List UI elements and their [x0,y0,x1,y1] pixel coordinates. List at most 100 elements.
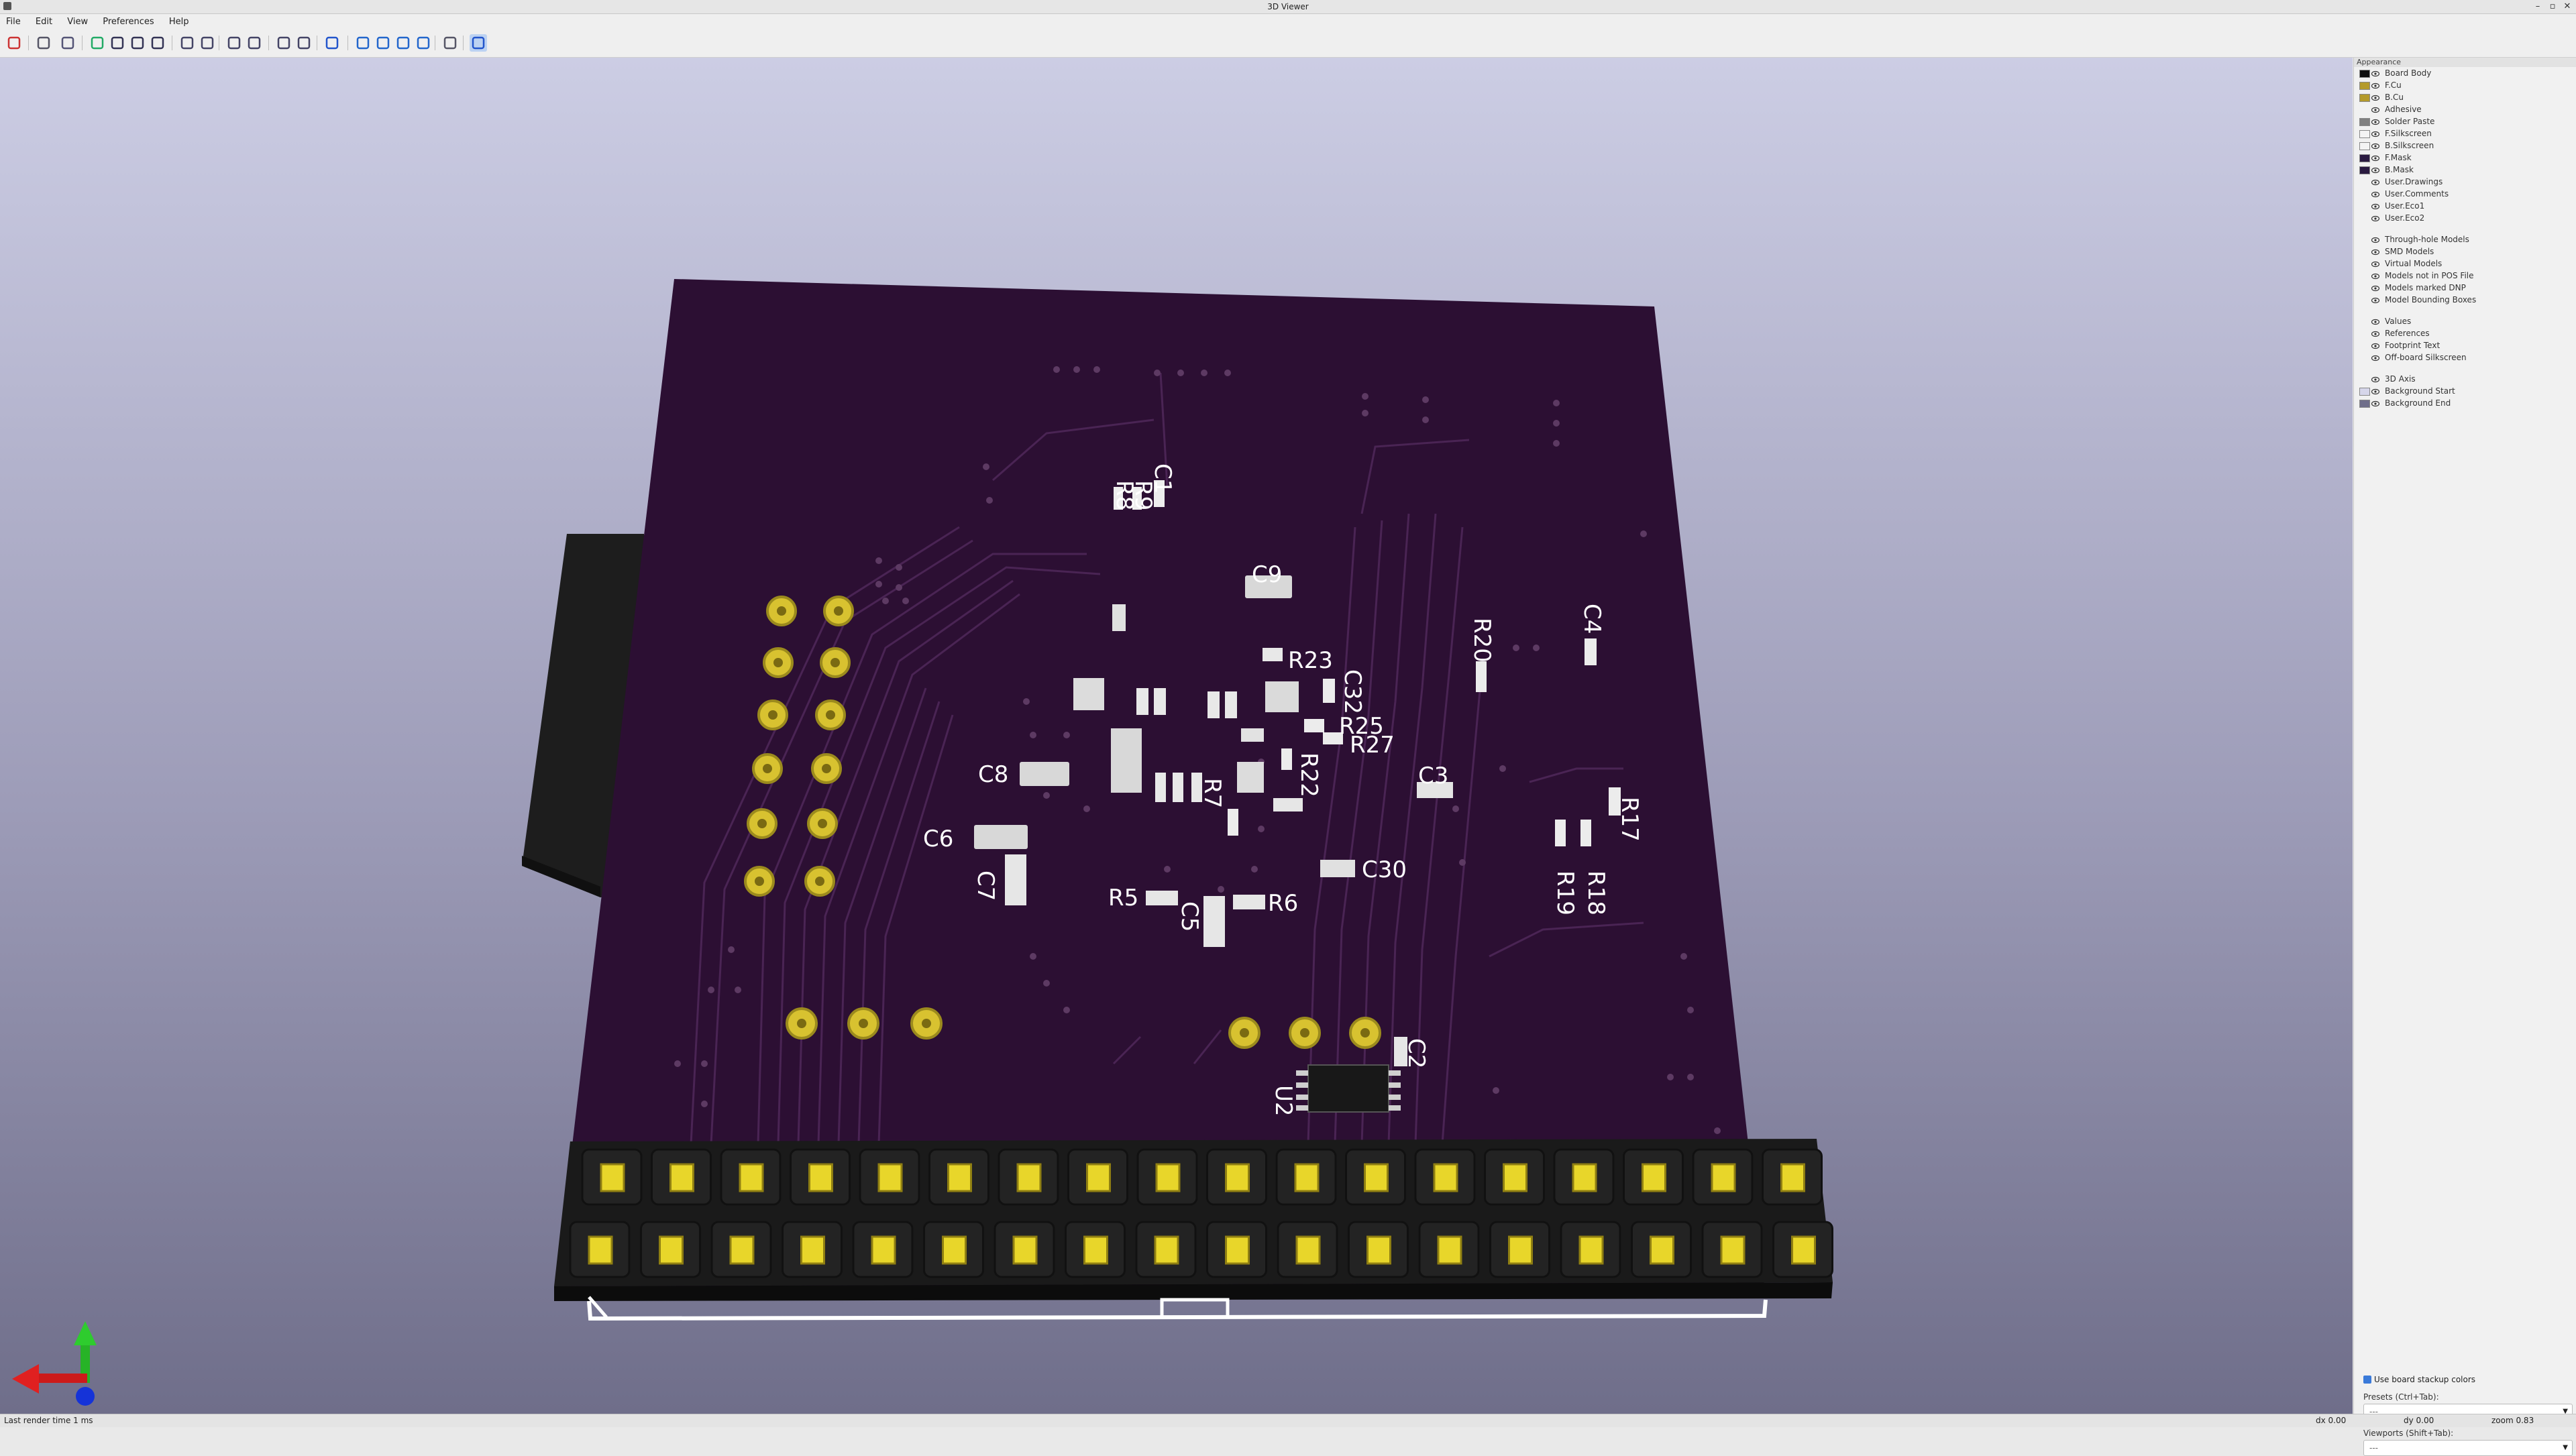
color-swatch[interactable] [2359,166,2370,174]
pan-left-icon[interactable] [354,34,372,52]
color-swatch[interactable] [2359,154,2370,162]
layer-row[interactable]: User.Comments [2354,188,2576,200]
color-swatch[interactable] [2359,118,2370,126]
color-swatch[interactable] [2359,70,2370,78]
visibility-eye-icon[interactable] [2371,117,2380,125]
pan-right-icon[interactable] [374,34,392,52]
layer-row[interactable]: Board Body [2354,67,2576,79]
visibility-eye-icon[interactable] [2371,235,2380,243]
layer-row[interactable]: User.Eco1 [2354,200,2576,212]
visibility-eye-icon[interactable] [2371,154,2380,162]
menu-preferences[interactable]: Preferences [97,14,160,30]
header-pin [1780,1163,1805,1192]
rotate-y-cw-icon[interactable] [246,34,263,52]
copy-image-icon[interactable] [35,34,52,52]
model-type-row[interactable]: Model Bounding Boxes [2354,294,2576,306]
model-type-row[interactable]: Models not in POS File [2354,270,2576,282]
3d-viewport[interactable]: R8 R9 C1 C9 R23 C32 R25 R27 R22 R20 C4 C3 R17 R18 R19 C… [0,58,2353,1414]
visibility-eye-icon[interactable] [2371,272,2380,280]
visibility-eye-icon[interactable] [2371,284,2380,292]
visibility-eye-icon[interactable] [2371,178,2380,186]
misc-item-row[interactable]: Background Start [2354,385,2576,397]
visibility-eye-icon[interactable] [2371,142,2380,150]
layer-row[interactable]: F.Cu [2354,79,2576,91]
menu-help[interactable]: Help [163,14,195,30]
pan-up-icon[interactable] [394,34,412,52]
viewports-dropdown[interactable]: --- ▼ [2363,1440,2573,1456]
pan-down-icon[interactable] [415,34,432,52]
visibility-eye-icon[interactable] [2371,353,2380,361]
close-icon[interactable]: ✕ [2561,1,2573,11]
visibility-eye-icon[interactable] [2371,190,2380,198]
visibility-eye-icon[interactable] [2371,202,2380,210]
color-swatch[interactable] [2359,400,2370,408]
render-raytracing-icon[interactable] [5,34,23,52]
visibility-eye-icon[interactable] [2371,296,2380,304]
visibility-eye-icon[interactable] [2371,129,2380,137]
color-swatch[interactable] [2359,388,2370,396]
visibility-eye-icon[interactable] [2371,81,2380,89]
visibility-eye-icon[interactable] [2371,375,2380,383]
orthographic-icon[interactable] [441,34,459,52]
rotate-z-cw-icon[interactable] [295,34,313,52]
model-type-row[interactable]: SMD Models [2354,245,2576,258]
visibility-eye-icon[interactable] [2371,329,2380,337]
color-swatch[interactable] [2359,94,2370,102]
layer-row[interactable]: Solder Paste [2354,115,2576,127]
misc-item-row[interactable]: 3D Axis [2354,373,2576,385]
presets-label: Presets (Ctrl+Tab): [2363,1392,2439,1402]
rotate-x-cw-icon[interactable] [199,34,216,52]
visibility-eye-icon[interactable] [2371,166,2380,174]
flip-board-icon[interactable] [323,34,341,52]
zoom-redraw-icon[interactable] [59,34,76,52]
text-item-row[interactable]: Values [2354,315,2576,327]
visibility-eye-icon[interactable] [2371,69,2380,77]
layer-row[interactable]: User.Eco2 [2354,212,2576,224]
layer-row[interactable]: User.Drawings [2354,176,2576,188]
rotate-y-ccw-icon[interactable] [225,34,243,52]
reload-icon[interactable] [89,34,106,52]
color-swatch[interactable] [2359,130,2370,138]
model-type-row[interactable]: Through-hole Models [2354,233,2576,245]
layer-row[interactable]: F.Silkscreen [2354,127,2576,139]
header-pin [1225,1163,1250,1192]
toolbar-separator [463,36,464,50]
ref-label-c8: C8 [978,761,1008,788]
zoom-out-icon[interactable] [129,34,146,52]
layer-row[interactable]: B.Cu [2354,91,2576,103]
visibility-eye-icon[interactable] [2371,214,2380,222]
menu-edit[interactable]: Edit [30,14,58,30]
maximize-icon[interactable]: ▫ [2546,1,2559,11]
visibility-eye-icon[interactable] [2371,317,2380,325]
visibility-eye-icon[interactable] [2371,93,2380,101]
layer-row[interactable]: Adhesive [2354,103,2576,115]
zoom-fit-icon[interactable] [149,34,166,52]
rotate-z-ccw-icon[interactable] [275,34,292,52]
ref-label-c7: C7 [972,871,999,901]
visibility-eye-icon[interactable] [2371,247,2380,256]
color-swatch[interactable] [2359,82,2370,90]
zoom-in-icon[interactable] [109,34,126,52]
misc-item-row[interactable]: Background End [2354,397,2576,409]
rotate-x-ccw-icon[interactable] [178,34,196,52]
color-swatch[interactable] [2359,142,2370,150]
text-item-row[interactable]: Off-board Silkscreen [2354,351,2576,363]
ref-label-c5: C5 [1176,901,1203,932]
visibility-eye-icon[interactable] [2371,341,2380,349]
text-item-row[interactable]: Footprint Text [2354,339,2576,351]
use-stackup-colors-checkbox[interactable]: Use board stackup colors [2363,1375,2475,1384]
model-type-row[interactable]: Virtual Models [2354,258,2576,270]
text-item-row[interactable]: References [2354,327,2576,339]
layer-row[interactable]: B.Mask [2354,164,2576,176]
visibility-eye-icon[interactable] [2371,260,2380,268]
layer-row[interactable]: F.Mask [2354,152,2576,164]
visibility-eye-icon[interactable] [2371,105,2380,113]
layer-row[interactable]: B.Silkscreen [2354,139,2576,152]
visibility-eye-icon[interactable] [2371,399,2380,407]
model-type-row[interactable]: Models marked DNP [2354,282,2576,294]
visibility-eye-icon[interactable] [2371,387,2380,395]
minimize-icon[interactable]: – [2532,1,2544,11]
layers-manager-icon[interactable] [470,34,487,52]
menu-file[interactable]: File [0,14,27,30]
menu-view[interactable]: View [61,14,94,30]
